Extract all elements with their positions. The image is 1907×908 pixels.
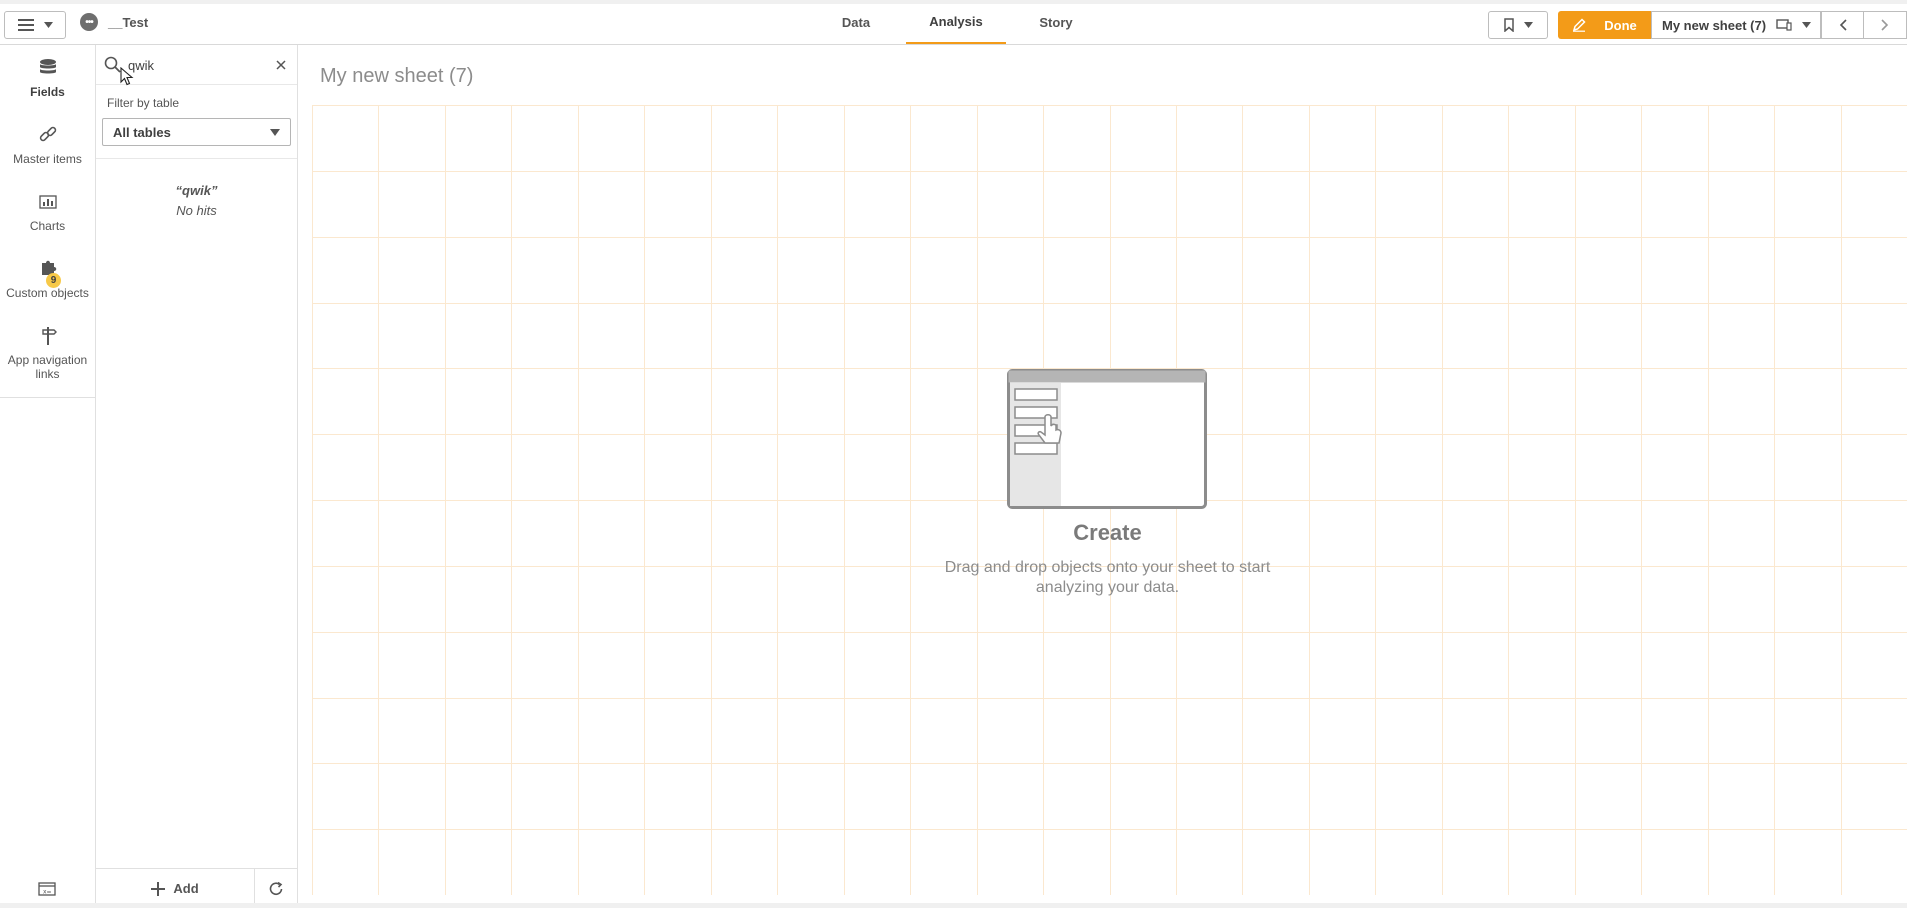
bottom-edge-line	[0, 903, 1907, 908]
sidebar-item-label: Fields	[30, 85, 65, 99]
svg-text:x=: x=	[43, 889, 52, 896]
no-hits-text: No hits	[176, 203, 217, 218]
sidebar-item-master-items[interactable]: Master items	[0, 124, 95, 166]
sidebar-item-custom-objects[interactable]: 9 Custom objects	[0, 258, 95, 300]
tab-story-label: Story	[1039, 14, 1073, 30]
bookmarks-button[interactable]	[1488, 11, 1548, 39]
tab-analysis-label: Analysis	[929, 13, 983, 29]
done-label: Done	[1604, 17, 1637, 33]
chevron-down-icon	[43, 22, 53, 28]
mouse-cursor-icon	[120, 67, 134, 86]
app-title[interactable]: ••• __Test	[80, 13, 148, 31]
link-icon	[39, 126, 56, 142]
sidebar-item-label: App navigation links	[7, 353, 88, 381]
table-filter-select[interactable]: All tables	[102, 118, 291, 146]
top-bar: ••• __Test Data Analysis Story Done My n…	[0, 0, 1907, 45]
variables-icon[interactable]: x=	[38, 882, 56, 896]
no-hits-message: “qwik” No hits	[96, 181, 297, 221]
sidebar-item-label: Master items	[13, 152, 82, 166]
panel-divider	[96, 158, 297, 159]
custom-objects-badge: 9	[46, 273, 61, 288]
sidebar-divider	[0, 397, 95, 398]
chevron-down-icon	[1802, 22, 1812, 28]
create-description: Drag and drop objects onto your sheet to…	[944, 559, 1271, 596]
hamburger-icon	[17, 19, 34, 31]
plus-icon	[151, 881, 166, 896]
create-title: Create	[1073, 520, 1142, 545]
panel-footer: Add	[96, 868, 297, 908]
sheet-title: My new sheet (7)	[320, 65, 474, 87]
add-label: Add	[173, 881, 199, 896]
database-icon	[39, 59, 56, 74]
app-name: __Test	[108, 14, 149, 30]
sheet-selector-label: My new sheet (7)	[1662, 17, 1767, 33]
sidebar-item-charts[interactable]: Charts	[0, 191, 95, 233]
bar-chart-icon	[38, 195, 57, 209]
no-hits-term: “qwik”	[175, 183, 218, 198]
table-filter-value: All tables	[113, 124, 171, 140]
chevron-down-icon	[1523, 22, 1533, 28]
tab-analysis[interactable]: Analysis	[906, 0, 1006, 44]
sidebar-item-app-navigation-links[interactable]: App navigation links	[0, 325, 95, 381]
bookmark-icon	[1503, 18, 1514, 32]
sheet-canvas[interactable]: My new sheet (7) Create Drag and drop ob…	[298, 45, 1907, 908]
signpost-icon	[41, 327, 57, 345]
tab-data[interactable]: Data	[820, 0, 892, 44]
search-input[interactable]	[128, 55, 268, 75]
clear-search-icon[interactable]	[276, 60, 286, 70]
device-preview-icon	[1776, 19, 1792, 31]
tab-story[interactable]: Story	[1020, 0, 1092, 44]
pencil-icon	[1573, 18, 1586, 32]
chevron-left-icon	[1839, 19, 1847, 31]
done-button[interactable]: Done	[1558, 11, 1651, 39]
sidebar-item-label: Charts	[29, 219, 66, 233]
next-sheet-button[interactable]	[1864, 11, 1907, 39]
main-menu-button[interactable]	[4, 11, 66, 39]
chevron-down-icon	[270, 128, 280, 136]
create-illustration-icon	[1007, 369, 1207, 509]
assets-sidebar: Fields Master items Charts 9 Custom obje…	[0, 45, 96, 908]
app-icon: •••	[80, 13, 98, 31]
sidebar-item-label: Custom objects	[6, 286, 89, 300]
previous-sheet-button[interactable]	[1821, 11, 1864, 39]
filter-by-table-label: Filter by table	[107, 96, 180, 110]
sheet-selector[interactable]: My new sheet (7)	[1651, 11, 1821, 39]
sidebar-item-fields[interactable]: Fields	[0, 57, 95, 99]
chevron-right-icon	[1881, 19, 1889, 31]
refresh-icon	[269, 881, 283, 895]
tab-data-label: Data	[841, 14, 871, 30]
fields-panel: Filter by table All tables “qwik” No hit…	[96, 45, 298, 908]
field-search	[96, 45, 297, 86]
